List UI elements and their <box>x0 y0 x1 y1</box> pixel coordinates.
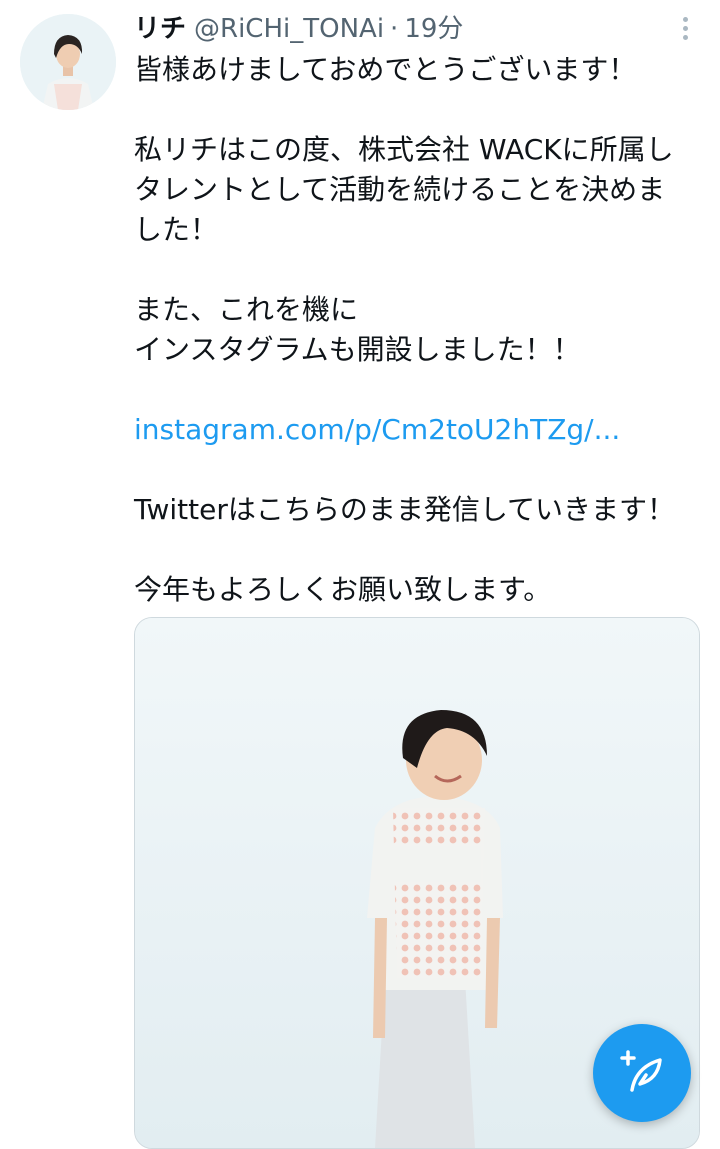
tweet-paragraph: また、これを機に インスタグラムも開設しました！！ <box>134 290 702 370</box>
tweet-paragraph: 皆様あけましておめでとうございます！ <box>134 50 702 90</box>
avatar[interactable] <box>20 14 116 110</box>
text-line: 私リチはこの度、株式会社 WACKに所属し <box>134 133 674 166</box>
compose-tweet-button[interactable] <box>593 1024 691 1122</box>
text-line: 皆様あけましておめでとうございます！ <box>134 53 637 86</box>
text-line: Twitterはこちらのまま発信していきます！ <box>134 493 676 526</box>
text-line: インスタグラムも開設しました！！ <box>134 333 581 366</box>
tweet-paragraph: Twitterはこちらのまま発信していきます！ <box>134 490 702 530</box>
tweet-paragraph: 私リチはこの度、株式会社 WACKに所属し タレントとして活動を続けることを決め… <box>134 130 702 250</box>
avatar-image <box>20 14 116 110</box>
compose-tweet-icon <box>620 1050 662 1092</box>
text-line: また、これを機に <box>134 293 359 326</box>
separator-dot: · <box>390 14 399 44</box>
tweet-text: 皆様あけましておめでとうございます！ 私リチはこの度、株式会社 WACKに所属し… <box>134 50 702 610</box>
text-line: した！ <box>134 213 219 246</box>
author-handle[interactable]: @RiCHi_TONAi <box>194 14 384 44</box>
tweet-paragraph: 今年もよろしくお願い致します。 <box>134 570 702 610</box>
author-name[interactable]: リチ <box>134 8 186 45</box>
text-line: タレントとして活動を続けることを決めま <box>134 173 666 206</box>
instagram-link[interactable]: instagram.com/p/Cm2toU2hTZg/... <box>134 413 620 446</box>
tweet-header: リチ @RiCHi_TONAi · 19分 <box>134 8 660 48</box>
text-line: 今年もよろしくお願い致します。 <box>134 573 552 606</box>
more-options-button[interactable] <box>674 12 696 44</box>
more-vertical-icon <box>682 16 688 22</box>
tweet-time[interactable]: 19分 <box>404 8 463 45</box>
tweet-paragraph: instagram.com/p/Cm2toU2hTZg/... <box>134 410 702 450</box>
